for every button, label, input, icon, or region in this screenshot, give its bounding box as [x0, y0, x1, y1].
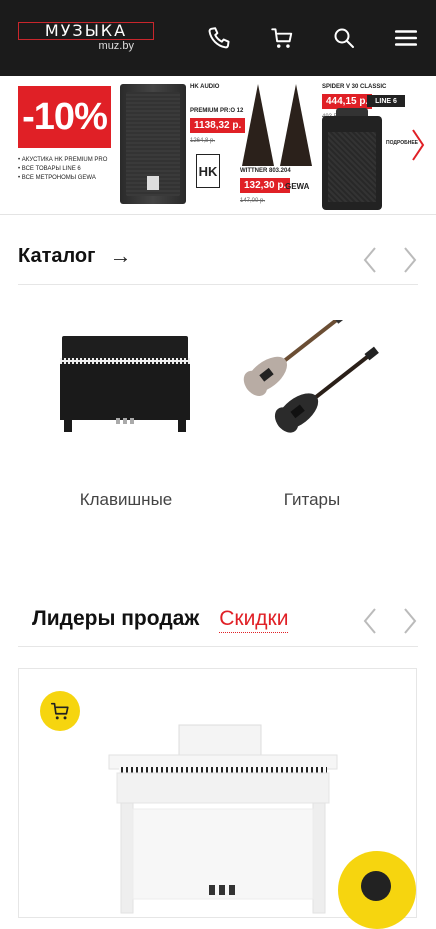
banner-p3-price: 444,15 р. [322, 94, 373, 109]
metronome-image [242, 84, 274, 166]
guitars-image [243, 310, 379, 433]
catalog-prev-icon[interactable] [360, 245, 380, 275]
tab-discounts[interactable]: Скидки [219, 606, 289, 633]
banner-bullets: • Акустика HK Premium Pro • Все товары L… [18, 156, 118, 183]
banner-next-icon[interactable] [410, 128, 426, 167]
banner-bullet: • Все товары Line 6 [18, 166, 81, 172]
phone-icon[interactable] [203, 22, 235, 54]
sales-tabs: Лидеры продаж Скидки [32, 596, 289, 642]
catalog-next-icon[interactable] [400, 245, 420, 275]
banner-bullet: • Акустика HK Premium Pro [18, 157, 108, 163]
arrow-right-icon[interactable]: → [109, 245, 131, 267]
catalog-item-label[interactable]: Клавишные [46, 490, 206, 510]
search-icon[interactable] [328, 22, 360, 54]
speaker-image [120, 84, 186, 204]
add-to-cart-icon[interactable] [40, 691, 80, 731]
banner-discount-block: -10% • Акустика HK Premium Pro • Все тов… [18, 86, 111, 214]
site-logo[interactable]: МУЗЫКА muz.by [18, 22, 156, 52]
banner-p1-brand: HK Audio [190, 84, 220, 90]
divider [18, 646, 418, 647]
banner-p1-old-price: 1264,8 р. [190, 138, 216, 144]
catalog-item-label[interactable]: Гитары [232, 490, 392, 510]
tab-sales-leaders[interactable]: Лидеры продаж [32, 607, 199, 631]
logo-word: МУЗЫКА [44, 21, 128, 40]
line6-logo: LINE 6 [367, 95, 405, 107]
banner-discount: -10% [18, 86, 111, 148]
banner-p1-name: Premium PR:O 12 [190, 108, 244, 114]
hk-logo: HK [196, 154, 220, 188]
site-header: МУЗЫКА muz.by [0, 0, 436, 76]
logo-box: МУЗЫКА [18, 22, 154, 40]
sales-next-icon[interactable] [400, 606, 420, 636]
promo-banner[interactable]: -10% • Акустика HK Premium Pro • Все тов… [0, 76, 436, 215]
amplifier-image [322, 108, 382, 210]
banner-p1-price: 1138,32 р. [190, 118, 246, 133]
catalog-item-guitars[interactable] [240, 310, 390, 450]
catalog-header: Каталог → [18, 233, 131, 279]
banner-p2-name: Wittner 803.204 [240, 168, 291, 174]
banner-p3-name: Spider V 30 Classic [322, 84, 387, 90]
banner-p2-old-price: 147,00 р. [240, 198, 266, 204]
menu-icon[interactable] [390, 22, 422, 54]
chat-button[interactable] [338, 851, 416, 929]
metronome-image [280, 84, 312, 166]
catalog-title[interactable]: Каталог [18, 245, 95, 268]
chat-icon [361, 871, 391, 901]
catalog-item-keyboards[interactable] [46, 320, 206, 450]
banner-p2-price: 132,30 р. [240, 178, 291, 193]
cart-icon[interactable] [266, 22, 298, 54]
product-piano-image [108, 724, 338, 914]
banner-bullet: • Все метрономы Gewa [18, 175, 96, 181]
banner-p2-brand: GEWA [285, 182, 310, 191]
piano-image [60, 336, 190, 432]
logo-domain: muz.by [98, 40, 134, 52]
sales-prev-icon[interactable] [360, 606, 380, 636]
divider [18, 284, 418, 285]
